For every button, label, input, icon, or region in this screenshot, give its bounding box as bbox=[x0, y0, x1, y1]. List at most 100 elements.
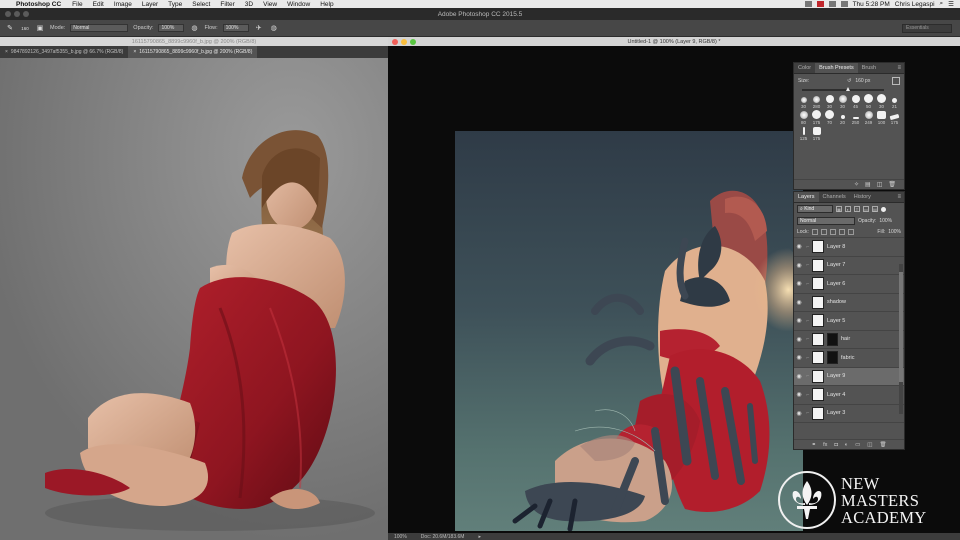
pressure-opacity-icon[interactable]: ◍ bbox=[189, 23, 199, 33]
layer-name[interactable]: Layer 7 bbox=[827, 262, 845, 268]
layers-scrollbar-thumb[interactable] bbox=[899, 272, 903, 382]
visibility-eye-icon[interactable]: ◉ bbox=[794, 243, 804, 250]
brush-preset[interactable]: 100 bbox=[875, 110, 888, 125]
layer-name[interactable]: Layer 9 bbox=[827, 373, 845, 379]
blend-mode-select[interactable]: Normal bbox=[797, 217, 855, 225]
tab-color[interactable]: Color bbox=[794, 63, 815, 73]
new-group-icon[interactable]: ▭ bbox=[855, 442, 860, 448]
layers-menu-icon[interactable]: ≡ bbox=[894, 192, 904, 202]
visibility-eye-icon[interactable]: ◉ bbox=[794, 391, 804, 398]
layer-mask-thumbnail[interactable] bbox=[827, 351, 838, 365]
brush-preset[interactable]: 249 bbox=[862, 110, 875, 125]
layer-row[interactable]: ◉ ⌐ hair bbox=[794, 331, 904, 349]
brush-size-input[interactable]: 160 px bbox=[855, 78, 870, 84]
reset-size-icon[interactable]: ↺ bbox=[847, 78, 851, 84]
new-layer-icon[interactable]: ◫ bbox=[867, 442, 872, 448]
document-minimize-button[interactable] bbox=[401, 38, 407, 45]
menu-layer[interactable]: Layer bbox=[137, 1, 163, 8]
search-icon[interactable]: ⌕ bbox=[940, 0, 944, 8]
layer-name[interactable]: Layer 5 bbox=[827, 318, 845, 324]
toggle-bristle-preview-icon[interactable]: ✧ bbox=[854, 181, 859, 188]
add-mask-icon[interactable]: ◘ bbox=[834, 442, 837, 448]
brush-preset[interactable]: 30 bbox=[875, 94, 888, 109]
brush-preset[interactable]: 30 bbox=[797, 94, 810, 109]
menu-file[interactable]: File bbox=[67, 1, 87, 8]
layer-name[interactable]: Layer 4 bbox=[827, 392, 845, 398]
layers-scrollbar[interactable] bbox=[899, 264, 903, 414]
filter-toggle[interactable] bbox=[881, 206, 886, 212]
zoom-level[interactable]: 100% bbox=[394, 534, 407, 540]
filter-smart-object-icon[interactable]: ▤ bbox=[872, 206, 878, 212]
lock-artboard-icon[interactable] bbox=[838, 229, 845, 235]
workspace-select[interactable]: Essentials bbox=[902, 23, 952, 33]
visibility-eye-icon[interactable]: ◉ bbox=[794, 262, 804, 269]
record-icon[interactable] bbox=[816, 1, 824, 7]
adjustment-layer-icon[interactable]: ◐ bbox=[845, 442, 848, 448]
battery-icon[interactable] bbox=[840, 1, 848, 7]
airbrush-icon[interactable]: ✈ bbox=[254, 23, 264, 33]
layer-name[interactable]: Layer 8 bbox=[827, 244, 845, 250]
clock[interactable]: Thu 5:28 PM bbox=[853, 1, 890, 8]
link-layers-icon[interactable]: ⚭ bbox=[812, 442, 817, 448]
menu-3d[interactable]: 3D bbox=[240, 1, 258, 8]
brush-panel-icon[interactable] bbox=[892, 77, 900, 85]
fill-field[interactable]: 100% bbox=[888, 229, 901, 235]
user-name[interactable]: Chris Legaspi bbox=[895, 1, 935, 8]
brush-preset[interactable]: 125 bbox=[797, 126, 810, 141]
brush-preset[interactable]: 80 bbox=[797, 110, 810, 125]
layer-row[interactable]: ◉ ⌐ Layer 8 bbox=[794, 238, 904, 257]
filter-type-icon[interactable]: T bbox=[854, 206, 860, 212]
filter-pixel-icon[interactable]: ▦ bbox=[836, 206, 842, 212]
brush-size-slider-thumb[interactable] bbox=[846, 87, 850, 91]
flow-field[interactable]: 100% bbox=[222, 24, 249, 32]
filter-shape-icon[interactable]: ▭ bbox=[863, 206, 869, 212]
panel-menu-icon[interactable]: ≡ bbox=[894, 63, 904, 73]
lock-image-icon[interactable] bbox=[820, 229, 827, 235]
layer-name[interactable]: Layer 6 bbox=[827, 281, 845, 287]
brush-preset[interactable]: 280 bbox=[810, 94, 823, 109]
brush-preset[interactable]: 175 bbox=[810, 110, 823, 125]
visibility-eye-icon[interactable]: ◉ bbox=[794, 280, 804, 287]
status-icon[interactable] bbox=[804, 1, 812, 7]
visibility-eye-icon[interactable]: ◉ bbox=[794, 317, 804, 324]
lock-transparent-icon[interactable] bbox=[811, 229, 818, 235]
layer-name[interactable]: hair bbox=[841, 336, 850, 342]
brush-preset[interactable]: 175 bbox=[810, 126, 823, 141]
layer-filter-select[interactable]: ⌕ Kind bbox=[797, 205, 833, 213]
document-size[interactable]: Doc: 20.6M/183.6M bbox=[421, 534, 465, 540]
visibility-eye-icon[interactable]: ◉ bbox=[794, 336, 804, 343]
brush-preset[interactable]: 30 bbox=[823, 94, 836, 109]
layer-row[interactable]: ◉ ⌐ Layer 5 bbox=[794, 312, 904, 331]
painting-canvas[interactable] bbox=[455, 131, 803, 531]
lock-position-icon[interactable] bbox=[829, 229, 836, 235]
filter-adjustment-icon[interactable]: ◐ bbox=[845, 206, 851, 212]
new-brush-icon[interactable]: ◫ bbox=[877, 181, 883, 188]
brush-preset[interactable]: 30 bbox=[836, 94, 849, 109]
menu-image[interactable]: Image bbox=[109, 1, 137, 8]
brush-size-slider[interactable] bbox=[802, 87, 884, 91]
visibility-eye-icon[interactable]: ◉ bbox=[794, 299, 804, 306]
status-menu-icon[interactable]: ▸ bbox=[478, 534, 481, 540]
visibility-eye-icon[interactable]: ◉ bbox=[794, 410, 804, 417]
tab-brush-presets[interactable]: Brush Presets bbox=[815, 63, 858, 73]
document-zoom-button[interactable] bbox=[410, 38, 416, 45]
layer-row[interactable]: ◉ ⌐ fabric bbox=[794, 349, 904, 368]
brush-preset[interactable]: 20 bbox=[836, 110, 849, 125]
layer-name[interactable]: Layer 3 bbox=[827, 410, 845, 416]
menu-help[interactable]: Help bbox=[315, 1, 338, 8]
layer-row[interactable]: ◉ ⌐ Layer 7 bbox=[794, 257, 904, 275]
menu-select[interactable]: Select bbox=[187, 1, 215, 8]
mode-select[interactable]: Normal bbox=[70, 24, 129, 32]
layer-row[interactable]: ◉ ⌐ Layer 6 bbox=[794, 275, 904, 294]
menu-edit[interactable]: Edit bbox=[88, 1, 109, 8]
layer-row[interactable]: ◉ ⌐ Layer 3 bbox=[794, 405, 904, 423]
delete-layer-icon[interactable]: 🗑 bbox=[879, 442, 886, 448]
app-menu[interactable]: Photoshop CC bbox=[14, 1, 67, 8]
brush-preset[interactable]: 175 bbox=[888, 110, 901, 125]
pressure-size-icon[interactable]: ◍ bbox=[269, 23, 279, 33]
delete-brush-icon[interactable]: 🗑 bbox=[888, 181, 896, 188]
brush-panel-toggle-icon[interactable]: ▣ bbox=[35, 23, 45, 33]
brush-preset-picker[interactable]: 160 bbox=[20, 23, 30, 33]
menu-view[interactable]: View bbox=[258, 1, 282, 8]
wifi-icon[interactable] bbox=[828, 1, 836, 7]
